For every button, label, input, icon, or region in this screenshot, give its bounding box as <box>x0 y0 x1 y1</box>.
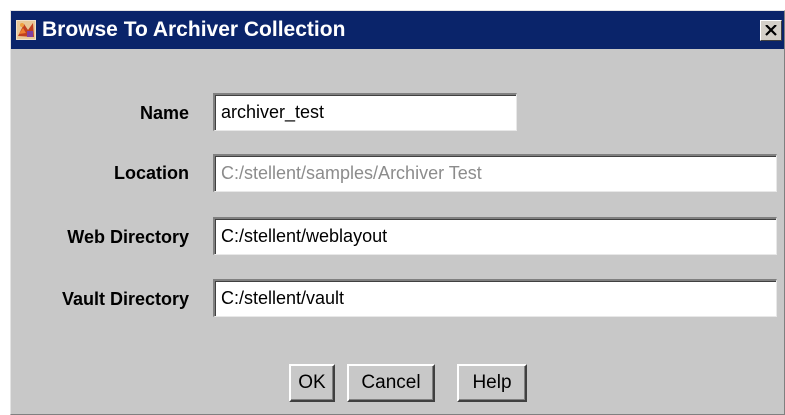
archiver-app-icon <box>16 20 36 40</box>
ok-button[interactable]: OK <box>289 364 335 402</box>
close-icon <box>765 25 777 36</box>
dialog-title: Browse To Archiver Collection <box>42 18 346 41</box>
vault-directory-label: Vault Directory <box>61 289 189 309</box>
location-field <box>213 154 777 192</box>
name-label: Name <box>139 103 189 123</box>
help-button[interactable]: Help <box>457 364 527 402</box>
cancel-button[interactable]: Cancel <box>347 364 435 402</box>
web-directory-label: Web Directory <box>67 227 189 247</box>
web-directory-field[interactable] <box>213 217 777 255</box>
vault-directory-field[interactable] <box>213 279 777 317</box>
browse-archiver-dialog: Browse To Archiver Collection Name Locat… <box>10 10 785 415</box>
close-button[interactable] <box>760 20 782 41</box>
location-label: Location <box>114 163 189 183</box>
title-bar[interactable]: Browse To Archiver Collection <box>11 11 784 49</box>
name-field[interactable] <box>213 93 517 131</box>
